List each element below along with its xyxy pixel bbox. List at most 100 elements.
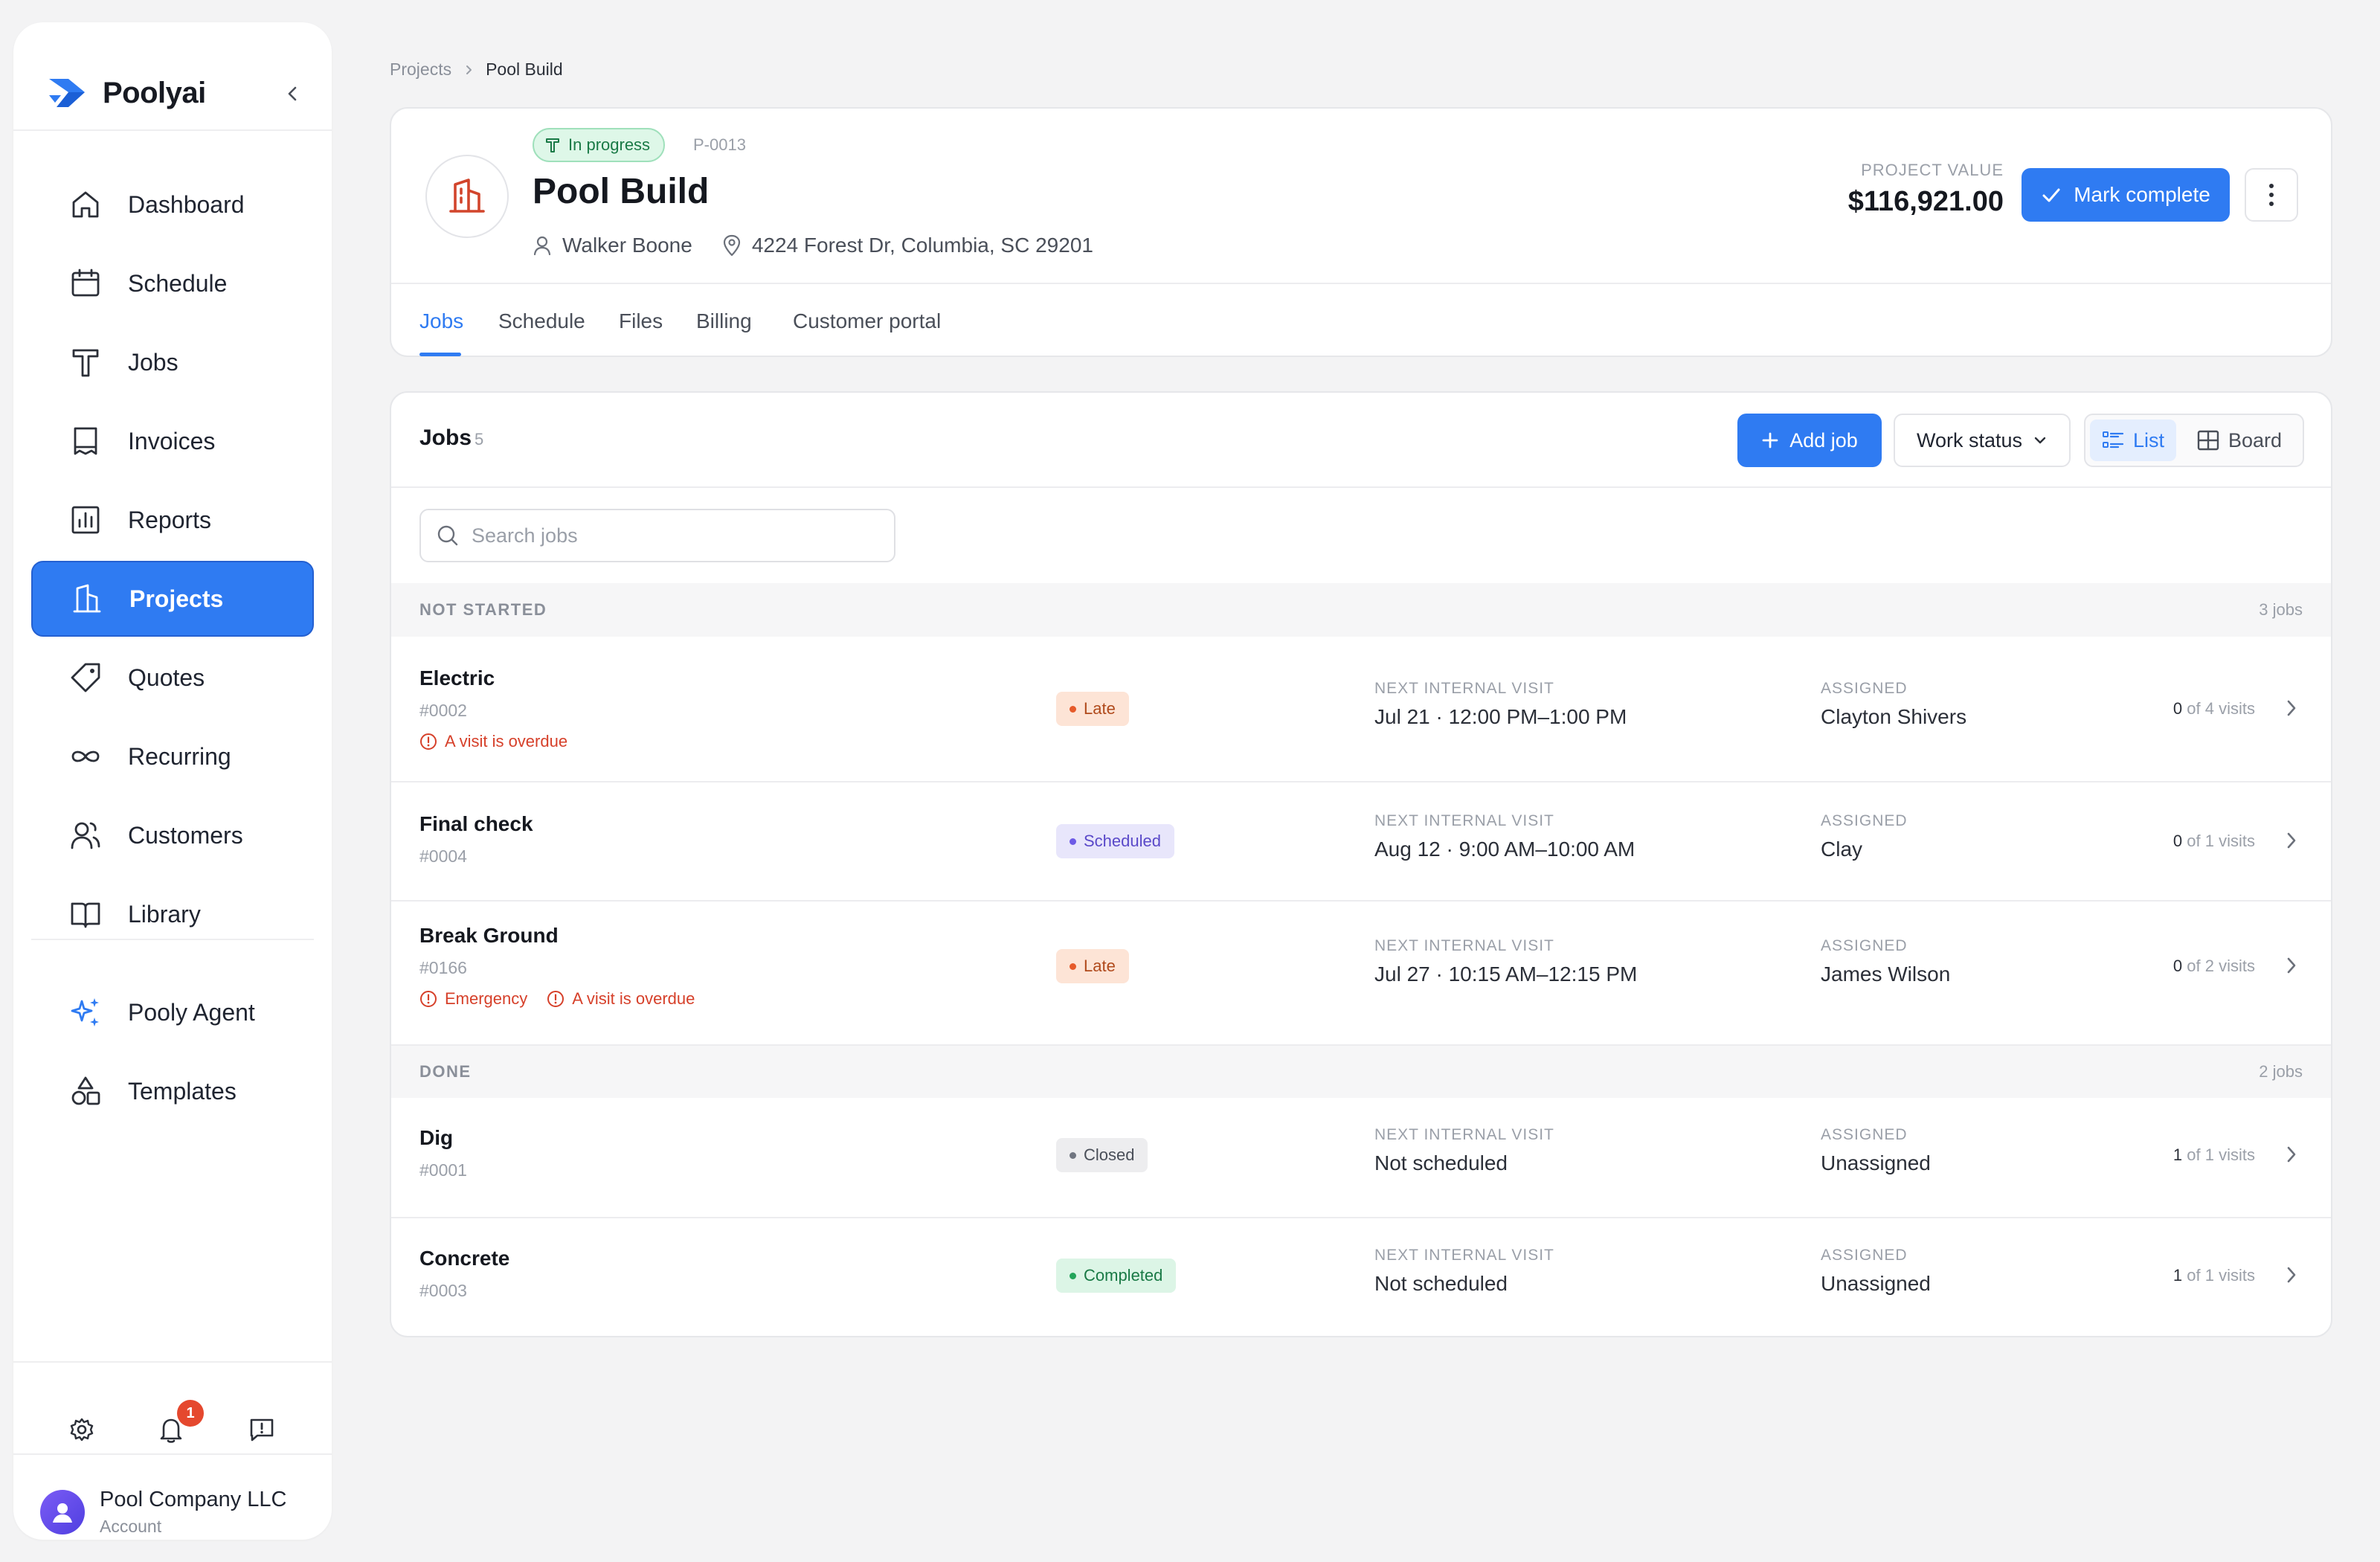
sidebar-item-label: Quotes [128,663,205,691]
assigned-label: ASSIGNED [1821,680,1908,697]
jobs-section-title: Jobs [419,425,472,450]
breadcrumb-current: Pool Build [486,60,563,79]
brand[interactable]: Poolyai [46,67,206,119]
sidebar-item-projects[interactable]: Projects [31,561,314,637]
sidebar-item-templates[interactable]: Templates [31,1053,314,1129]
sidebar-item-label: Schedule [128,269,228,297]
visits-total: of 1 visits [2187,832,2255,850]
tab-files[interactable]: Files [619,309,663,333]
table-row[interactable]: Final check #0004 Scheduled NEXT INTERNA… [391,781,2331,900]
sidebar-item-recurring[interactable]: Recurring [31,719,314,794]
work-status-filter[interactable]: Work status [1894,414,2071,467]
list-view-button[interactable]: List [2090,420,2177,461]
mark-complete-button[interactable]: Mark complete [2022,168,2230,222]
sidebar-item-pooly-agent[interactable]: Pooly Agent [31,974,314,1050]
job-number: #0003 [419,1281,467,1300]
sidebar-item-label: Jobs [128,348,178,376]
status-label: Late [1084,699,1116,718]
sidebar-item-quotes[interactable]: Quotes [31,640,314,716]
more-actions-button[interactable] [2245,168,2298,222]
project-status-label: In progress [568,135,651,154]
bar-chart-icon [68,503,103,537]
sidebar-item-customers[interactable]: Customers [31,797,314,873]
alert-text: Emergency [445,989,528,1008]
tab-jobs[interactable]: Jobs [419,309,463,333]
board-view-button[interactable]: Board [2185,420,2294,461]
plus-icon [1761,431,1779,449]
visits-total: of 1 visits [2187,1145,2255,1164]
tabs-divider [391,283,2331,284]
sidebar-item-label: Templates [128,1077,237,1105]
sidebar-item-schedule[interactable]: Schedule [31,245,314,321]
sidebar-divider [13,1361,332,1363]
assigned-name: Unassigned [1821,1272,1931,1295]
group-count: 3 jobs [2259,600,2303,619]
visits-done: 0 [2172,832,2183,850]
visits-done: 1 [2172,1266,2183,1285]
search-input[interactable] [472,524,888,547]
project-code: P-0013 [693,135,746,154]
sidebar-item-invoices[interactable]: Invoices [31,403,314,479]
gear-icon [68,1416,95,1443]
table-row[interactable]: Break Ground #0166 Emergency A visit is … [391,900,2331,1044]
sidebar-item-library[interactable]: Library [31,876,314,952]
add-job-button[interactable]: Add job [1737,414,1882,467]
status-badge: Scheduled [1056,824,1174,858]
work-status-label: Work status [1916,428,2023,451]
table-row[interactable]: Electric #0002 A visit is overdue Late N… [391,637,2331,781]
feedback-button[interactable] [244,1412,280,1447]
map-pin-icon [722,234,742,257]
settings-button[interactable] [64,1412,100,1447]
list-view-label: List [2133,428,2165,451]
table-row[interactable]: Dig #0001 Closed NEXT INTERNAL VISIT Not… [391,1098,2331,1217]
poolyai-logo-icon [46,76,88,110]
tab-schedule[interactable]: Schedule [498,309,585,333]
job-number: #0001 [419,1160,467,1180]
project-customer[interactable]: Walker Boone [533,234,692,257]
assigned-label: ASSIGNED [1821,937,1908,954]
check-icon [2041,184,2062,205]
project-avatar [425,155,509,238]
assigned-label: ASSIGNED [1821,1126,1908,1143]
sidebar-item-dashboard[interactable]: Dashboard [31,167,314,242]
home-icon [68,187,103,222]
status-label: Completed [1084,1266,1163,1285]
board-grid-icon [2197,430,2219,451]
project-customer-name: Walker Boone [562,234,692,257]
job-name: Final check [419,812,533,835]
chevron-right-icon [2285,830,2298,851]
jobs-card: Jobs 5 Add job Work status List Board Se… [390,391,2332,1337]
visit-progress: 1 of 1 visits [2173,1145,2255,1165]
chevron-right-icon [463,65,474,75]
visits-total: of 1 visits [2187,1266,2255,1285]
breadcrumb: Projects Pool Build [390,60,563,80]
chevron-down-icon [2033,433,2048,448]
visit-label: NEXT INTERNAL VISIT [1374,1247,1554,1264]
job-number: #0166 [419,958,467,977]
tab-customer-portal[interactable]: Customer portal [793,309,941,333]
shapes-icon [68,1074,103,1108]
next-visit: Not scheduled [1374,1272,1508,1295]
sidebar-item-jobs[interactable]: Jobs [31,324,314,400]
chevron-right-icon [2285,1264,2298,1285]
breadcrumb-projects-link[interactable]: Projects [390,60,451,80]
account-name: Pool Company LLC [100,1488,287,1511]
notification-count-badge: 1 [177,1400,204,1427]
job-number: #0004 [419,846,467,866]
sidebar-divider [13,1453,332,1455]
user-icon [533,235,552,256]
project-address[interactable]: 4224 Forest Dr, Columbia, SC 29201 [722,234,1093,257]
sidebar-item-label: Projects [129,585,224,612]
next-visit: Not scheduled [1374,1151,1508,1174]
sidebar-item-reports[interactable]: Reports [31,482,314,558]
sidebar-footer-actions: 1 [13,1400,332,1459]
group-label: DONE [419,1062,472,1081]
tab-billing[interactable]: Billing [696,309,752,333]
job-alerts: A visit is overdue [419,732,567,751]
page-title: Pool Build [533,172,710,211]
collapse-sidebar-button[interactable] [278,79,308,109]
more-vertical-icon [2268,182,2275,208]
table-row[interactable]: Concrete #0003 Completed NEXT INTERNAL V… [391,1217,2331,1336]
account-menu[interactable]: Pool Company LLC Account [40,1488,286,1537]
search-field[interactable] [419,509,895,562]
